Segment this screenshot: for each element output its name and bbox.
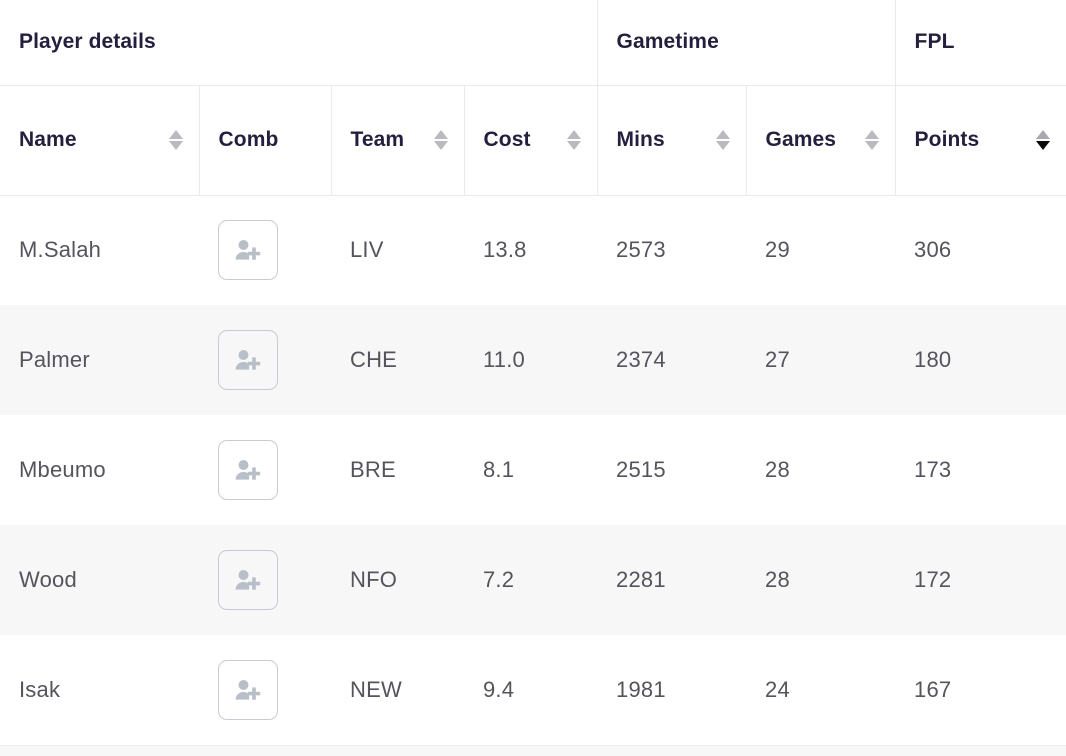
cell-cost: 7.2 [464, 525, 598, 635]
table-row: Palmer CHE 11.0 2374 27 180 [0, 305, 1066, 415]
column-header-label-comb: Comb [218, 128, 279, 151]
column-header-comb[interactable]: Comb [198, 85, 331, 196]
cell-comb [199, 305, 331, 415]
group-header-label-gametime: Gametime [616, 30, 719, 54]
add-player-button[interactable] [218, 330, 278, 390]
cell-games: 28 [746, 415, 896, 525]
cell-comb [199, 415, 331, 525]
cell-name: M.Salah [0, 195, 199, 305]
cell-points: 173 [895, 415, 1066, 525]
add-player-button[interactable] [218, 220, 278, 281]
cell-comb [199, 635, 331, 745]
sort-icon-mins[interactable] [715, 130, 730, 150]
sort-icon-points-descending[interactable] [1036, 130, 1051, 150]
sort-triangle-down-icon [864, 141, 879, 150]
cell-points: 306 [895, 195, 1066, 305]
cell-mins: 2515 [597, 415, 747, 525]
player-stats-table-panel: Player details Gametime FPL Name Comb Te… [0, 0, 1066, 756]
column-header-label-name: Name [19, 128, 77, 151]
cell-games: 24 [746, 635, 896, 745]
cell-name: Wood [0, 525, 199, 635]
cell-name: Mbeumo [0, 415, 199, 525]
cell-team: NEW [331, 635, 464, 745]
group-header-gametime: Gametime [596, 0, 896, 86]
add-user-icon [235, 240, 261, 261]
cell-mins: 2573 [597, 195, 747, 305]
cell-cost: 13.8 [464, 195, 598, 305]
table-row: M.Salah LIV 13.8 2573 29 306 [0, 195, 1066, 305]
table-body: M.Salah LIV 13.8 2573 29 306 Palmer CHE … [0, 195, 1066, 745]
cell-games: 27 [746, 305, 896, 415]
add-player-button[interactable] [218, 550, 278, 610]
next-row-peek [0, 745, 1066, 756]
sort-triangle-down-icon [168, 141, 183, 150]
column-header-name[interactable]: Name [0, 85, 199, 196]
table-row: Isak NEW 9.4 1981 24 167 [0, 635, 1066, 745]
group-header-fpl: FPL [894, 0, 1066, 86]
cell-mins: 2281 [597, 525, 747, 635]
column-header-team[interactable]: Team [330, 85, 464, 196]
column-header-label-cost: Cost [483, 128, 531, 151]
group-header-label-fpl: FPL [914, 30, 955, 54]
cell-cost: 9.4 [464, 635, 598, 745]
table-row: Wood NFO 7.2 2281 28 172 [0, 525, 1066, 635]
sort-triangle-up-icon [864, 130, 879, 139]
column-header-label-team: Team [350, 128, 405, 151]
cell-games: 28 [746, 525, 896, 635]
cell-team: BRE [331, 415, 464, 525]
cell-points: 167 [895, 635, 1066, 745]
add-user-icon [235, 570, 261, 590]
cell-team: CHE [331, 305, 464, 415]
sort-triangle-down-icon [715, 141, 730, 150]
cell-points: 172 [895, 525, 1066, 635]
column-header-cost[interactable]: Cost [463, 85, 598, 196]
table-head: Player details Gametime FPL Name Comb Te… [0, 0, 1066, 196]
cell-name: Isak [0, 635, 199, 745]
column-header-games[interactable]: Games [745, 85, 896, 196]
cell-games: 29 [746, 195, 896, 305]
sort-triangle-down-icon [566, 141, 581, 150]
column-header-row: Name Comb Team Cost Mins Games Points [0, 85, 1066, 196]
sort-triangle-up-icon [715, 130, 730, 139]
sort-icon-games[interactable] [864, 130, 879, 150]
sort-triangle-up-icon [1036, 130, 1051, 139]
group-header-row: Player details Gametime FPL [0, 0, 1066, 86]
column-header-label-points: Points [914, 128, 980, 151]
sort-triangle-down-icon [433, 141, 448, 150]
sort-triangle-up-icon [168, 130, 183, 139]
sort-triangle-down-icon [1036, 141, 1051, 150]
cell-team: NFO [331, 525, 464, 635]
cell-team: LIV [331, 195, 464, 305]
cell-cost: 11.0 [464, 305, 598, 415]
cell-name: Palmer [0, 305, 199, 415]
add-user-icon [235, 460, 261, 480]
player-stats-table: Player details Gametime FPL Name Comb Te… [0, 0, 1066, 745]
sort-triangle-up-icon [433, 130, 448, 139]
cell-comb [199, 525, 331, 635]
cell-cost: 8.1 [464, 415, 598, 525]
table-row: Mbeumo BRE 8.1 2515 28 173 [0, 415, 1066, 525]
cell-points: 180 [895, 305, 1066, 415]
add-user-icon [235, 680, 261, 700]
cell-mins: 1981 [597, 635, 747, 745]
column-header-label-games: Games [765, 128, 837, 151]
sort-triangle-up-icon [566, 130, 581, 139]
column-header-label-mins: Mins [616, 128, 665, 151]
sort-icon-name[interactable] [168, 130, 183, 150]
column-header-points[interactable]: Points [894, 85, 1066, 196]
group-header-label-player-details: Player details [19, 30, 156, 54]
cell-mins: 2374 [597, 305, 747, 415]
add-player-button[interactable] [218, 660, 278, 720]
add-user-icon [235, 350, 261, 370]
sort-icon-cost[interactable] [566, 130, 581, 150]
column-header-mins[interactable]: Mins [596, 85, 747, 196]
group-header-player-details: Player details [0, 0, 598, 86]
cell-comb [199, 195, 331, 305]
add-player-button[interactable] [218, 440, 278, 500]
sort-icon-team[interactable] [433, 130, 448, 150]
